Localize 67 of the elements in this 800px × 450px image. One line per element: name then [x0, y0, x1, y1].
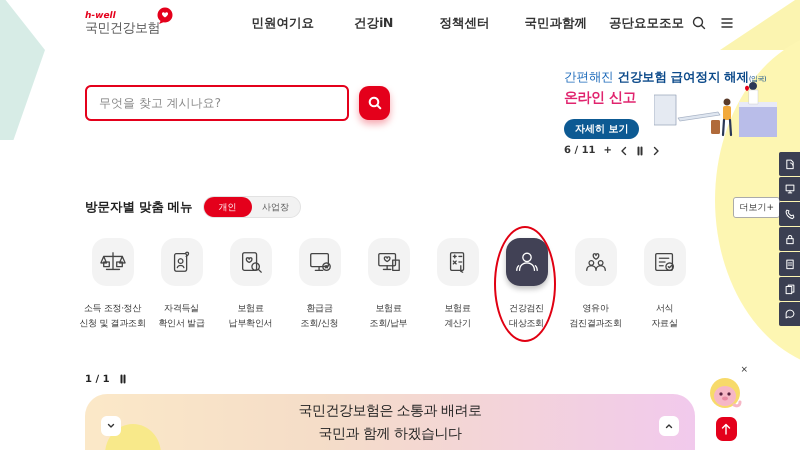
- next-icon[interactable]: [652, 146, 660, 156]
- quick-link-button[interactable]: [779, 252, 800, 276]
- menu-label[interactable]: 영유아 검진결과조회: [569, 302, 622, 332]
- nav-link[interactable]: 정책센터: [419, 14, 510, 32]
- quick-link-icon: [784, 208, 796, 220]
- menu-label[interactable]: 자격득실 확인서 발급: [158, 302, 205, 332]
- quick-link-icon: [784, 283, 796, 295]
- logo[interactable]: h-well 국민건강보험: [85, 10, 235, 36]
- promo-subtitle: 온라인 신고: [564, 89, 637, 107]
- section-title: 방문자별 맞춤 메뉴: [85, 198, 193, 216]
- scroll-top-button[interactable]: [716, 417, 736, 441]
- nav-link[interactable]: 건강iN: [328, 14, 419, 32]
- quick-link-icon: [784, 183, 796, 195]
- previous-icon[interactable]: [620, 146, 628, 156]
- slogan-text: 국민과 함께 하겠습니다: [318, 425, 462, 444]
- add-button[interactable]: +: [604, 145, 612, 156]
- nav-link[interactable]: 민원여기요: [237, 14, 328, 32]
- pause-icon[interactable]: [636, 146, 644, 156]
- slogan-text: 국민건강보험은 소통과 배려로: [298, 402, 482, 421]
- audience-tab[interactable]: 개인: [204, 197, 252, 217]
- menu-icon[interactable]: [720, 16, 734, 30]
- nav-link[interactable]: 국민과함께: [510, 14, 601, 32]
- menu-tile[interactable]: [92, 238, 134, 286]
- quick-link-icon: [784, 158, 796, 170]
- nav-link[interactable]: 공단요모조모: [601, 14, 692, 32]
- quick-link-button[interactable]: [779, 227, 800, 251]
- search-field[interactable]: 무엇을 찾고 계시나요?: [85, 85, 349, 121]
- chevron-down-icon: [107, 423, 115, 429]
- quick-link-icon: [784, 308, 796, 320]
- slide-counter: 6 / 11: [564, 145, 596, 156]
- search-button[interactable]: [359, 86, 390, 120]
- collapse-button[interactable]: [101, 416, 121, 436]
- menu-tile[interactable]: [298, 238, 340, 286]
- quick-link-icon: [784, 258, 796, 270]
- details-button[interactable]: 자세히 보기: [564, 119, 640, 139]
- menu-tile[interactable]: [506, 238, 548, 286]
- menu-tile[interactable]: [160, 238, 202, 286]
- logo-text: 국민건강보험: [85, 20, 160, 36]
- menu-label[interactable]: 보험료 납부확인서: [228, 302, 272, 332]
- notice-counter: 1 / 1: [85, 374, 110, 384]
- close-button[interactable]: ×: [740, 366, 748, 375]
- quick-link-button[interactable]: [779, 277, 800, 301]
- menu-label[interactable]: 건강검진 대상조회: [509, 302, 544, 332]
- menu-tile[interactable]: [230, 238, 272, 286]
- search-icon: [368, 96, 382, 110]
- menu-label[interactable]: 보험료 계산기: [444, 302, 471, 332]
- menu-tile[interactable]: [436, 238, 478, 286]
- menu-label[interactable]: 보험료 조회/납부: [370, 302, 408, 332]
- search-icon[interactable]: [692, 16, 706, 30]
- menu-label[interactable]: 환급금 조회/신청: [300, 302, 338, 332]
- menu-label[interactable]: 소득 조정·정산 신청 및 결과조회: [79, 302, 146, 332]
- audience-tab[interactable]: 사업장: [252, 197, 300, 217]
- quick-link-button[interactable]: [779, 302, 800, 326]
- menu-tile[interactable]: [644, 238, 686, 286]
- menu-tile[interactable]: [368, 238, 410, 286]
- menu-tile[interactable]: [574, 238, 616, 286]
- menu-label[interactable]: 서식 자료실: [651, 302, 678, 332]
- chevron-up-icon: [665, 423, 673, 429]
- quick-link-button[interactable]: [779, 202, 800, 226]
- quick-link-button[interactable]: [779, 152, 800, 176]
- pause-icon[interactable]: [118, 374, 127, 384]
- expand-button[interactable]: [659, 416, 679, 436]
- quick-link-icon: [784, 233, 796, 245]
- logo-tagline: h-well: [85, 10, 117, 20]
- arrow-up-icon: [721, 423, 731, 435]
- quick-link-button[interactable]: [779, 177, 800, 201]
- more-button[interactable]: 더보기+: [733, 196, 780, 218]
